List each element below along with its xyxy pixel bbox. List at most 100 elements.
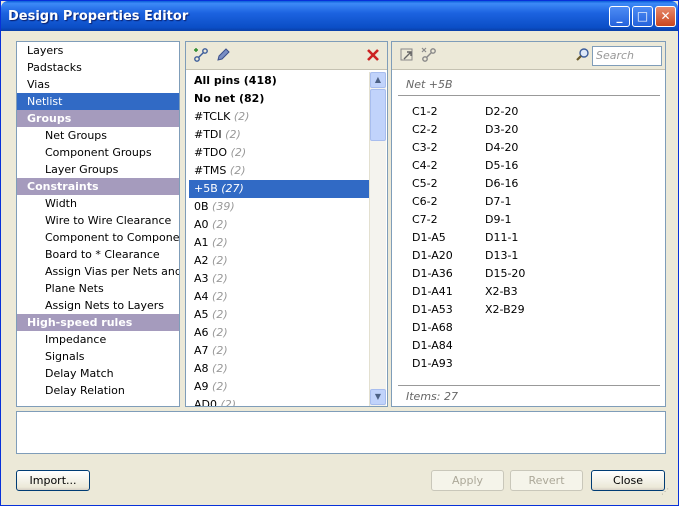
- pin-entry[interactable]: D5-16: [485, 157, 525, 175]
- nav-item[interactable]: Assign Vias per Nets and Sig: [17, 263, 179, 280]
- message-area[interactable]: [16, 411, 666, 454]
- nav-item[interactable]: Component Groups: [17, 144, 179, 161]
- net-list-item[interactable]: A4 (2): [189, 288, 369, 306]
- pin-entry[interactable]: D13-1: [485, 247, 525, 265]
- nav-item[interactable]: Width: [17, 195, 179, 212]
- nav-item[interactable]: Vias: [17, 76, 179, 93]
- scroll-down-button[interactable]: ▼: [370, 389, 386, 405]
- net-detail-panel: Search Net +5B C1-2 C2-2 C3-2 C4-2 C5-2 C6-2 C…: [391, 41, 666, 407]
- nav-item[interactable]: Net Groups: [17, 127, 179, 144]
- maximize-button[interactable]: □: [632, 6, 653, 27]
- items-count: Items: 27: [406, 390, 458, 403]
- pin-entry[interactable]: D6-16: [485, 175, 525, 193]
- netlist-panel: All pins (418) No net (82) #TCLK (2) #TDI (…: [185, 41, 388, 407]
- net-detail-title: Net +5B: [406, 78, 453, 91]
- net-list-item[interactable]: A5 (2): [189, 306, 369, 324]
- nav-item[interactable]: Netlist: [17, 93, 179, 110]
- net-add-icon[interactable]: [192, 47, 210, 65]
- nav-item[interactable]: Layer Groups: [17, 161, 179, 178]
- delete-icon[interactable]: [364, 47, 382, 65]
- revert-button[interactable]: Revert: [510, 470, 583, 491]
- nav-item[interactable]: Board to * Clearance: [17, 246, 179, 263]
- title-bar[interactable]: Design Properties Editor _ □ ✕: [1, 1, 678, 31]
- scroll-thumb[interactable]: [370, 89, 386, 141]
- pencil-icon[interactable]: [214, 47, 232, 65]
- detail-toolbar: Search: [392, 42, 665, 70]
- nav-item[interactable]: Delay Relation: [17, 382, 179, 399]
- net-name: A0: [194, 218, 209, 231]
- pin-entry[interactable]: D15-20: [485, 265, 525, 283]
- net-list-item[interactable]: 0B (39): [189, 198, 369, 216]
- pin-entry[interactable]: C4-2: [412, 157, 453, 175]
- pin-entry[interactable]: D3-20: [485, 121, 525, 139]
- net-pin-count: (2): [212, 290, 228, 303]
- net-list-item[interactable]: A7 (2): [189, 342, 369, 360]
- pin-entry[interactable]: D11-1: [485, 229, 525, 247]
- pin-entry[interactable]: D2-20: [485, 103, 525, 121]
- pin-entry[interactable]: D1-A20: [412, 247, 453, 265]
- scroll-up-button[interactable]: ▲: [370, 72, 386, 88]
- pin-entry[interactable]: C7-2: [412, 211, 453, 229]
- net-name: No net: [194, 92, 236, 105]
- nav-item[interactable]: Layers: [17, 42, 179, 59]
- nav-item[interactable]: Plane Nets: [17, 280, 179, 297]
- pin-entry[interactable]: D1-A36: [412, 265, 453, 283]
- net-list-item[interactable]: AD0 (2): [189, 396, 369, 406]
- net-list-item[interactable]: A0 (2): [189, 216, 369, 234]
- pin-entry[interactable]: D1-A41: [412, 283, 453, 301]
- pin-entry[interactable]: X2-B29: [485, 301, 525, 319]
- net-list-item[interactable]: A8 (2): [189, 360, 369, 378]
- net-pin-count: (2): [225, 128, 241, 141]
- search-input[interactable]: Search: [592, 46, 662, 66]
- net-name: A4: [194, 290, 209, 303]
- net-pin-count: (2): [220, 398, 237, 406]
- pin-entry[interactable]: C2-2: [412, 121, 453, 139]
- nav-item[interactable]: Delay Match: [17, 365, 179, 382]
- resize-grip-icon[interactable]: ⋰: [661, 488, 673, 501]
- net-pin-count: (2): [212, 362, 228, 375]
- import-button[interactable]: Import...: [16, 470, 90, 491]
- pin-entry[interactable]: C1-2: [412, 103, 453, 121]
- pin-entry[interactable]: D1-A53: [412, 301, 453, 319]
- net-list-item[interactable]: #TMS (2): [189, 162, 369, 180]
- net-list-item[interactable]: +5B (27): [189, 180, 369, 198]
- pin-entry[interactable]: D9-1: [485, 211, 525, 229]
- pin-entry[interactable]: C3-2: [412, 139, 453, 157]
- nav-item[interactable]: Component to Component C: [17, 229, 179, 246]
- net-list-item[interactable]: #TDO (2): [189, 144, 369, 162]
- net-list-item[interactable]: A3 (2): [189, 270, 369, 288]
- window-title: Design Properties Editor: [8, 9, 189, 24]
- pin-entry[interactable]: C6-2: [412, 193, 453, 211]
- pin-entry[interactable]: X2-B3: [485, 283, 525, 301]
- pin-entry[interactable]: D1-A84: [412, 337, 453, 355]
- net-list-item[interactable]: All pins (418): [189, 72, 369, 90]
- net-list-item[interactable]: A9 (2): [189, 378, 369, 396]
- pin-entry[interactable]: D4-20: [485, 139, 525, 157]
- pin-entry[interactable]: C5-2: [412, 175, 453, 193]
- nav-item[interactable]: Signals: [17, 348, 179, 365]
- net-list-item[interactable]: A2 (2): [189, 252, 369, 270]
- pin-select-icon[interactable]: [398, 47, 416, 65]
- nav-item[interactable]: Wire to Wire Clearance: [17, 212, 179, 229]
- pin-entry[interactable]: D1-A5: [412, 229, 453, 247]
- net-list-item[interactable]: A1 (2): [189, 234, 369, 252]
- net-name: A7: [194, 344, 209, 357]
- nav-item[interactable]: Impedance: [17, 331, 179, 348]
- pin-entry[interactable]: D7-1: [485, 193, 525, 211]
- minimize-button[interactable]: _: [609, 6, 630, 27]
- nav-item[interactable]: Assign Nets to Layers: [17, 297, 179, 314]
- net-list-item[interactable]: #TCLK (2): [189, 108, 369, 126]
- close-window-button[interactable]: ✕: [655, 6, 676, 27]
- design-properties-window: Design Properties Editor _ □ ✕ Layers Pad…: [0, 0, 679, 506]
- net-pin-count: (82): [239, 92, 265, 105]
- close-button[interactable]: Close: [591, 470, 665, 491]
- nav-item[interactable]: Padstacks: [17, 59, 179, 76]
- net-list-item[interactable]: A6 (2): [189, 324, 369, 342]
- net-list-item[interactable]: No net (82): [189, 90, 369, 108]
- pin-entry[interactable]: D1-A93: [412, 355, 453, 373]
- net-list-scrollbar[interactable]: ▲ ▼: [369, 72, 386, 406]
- pin-entry[interactable]: D1-A68: [412, 319, 453, 337]
- net-remove-icon[interactable]: [420, 47, 438, 65]
- net-list-item[interactable]: #TDI (2): [189, 126, 369, 144]
- apply-button[interactable]: Apply: [431, 470, 504, 491]
